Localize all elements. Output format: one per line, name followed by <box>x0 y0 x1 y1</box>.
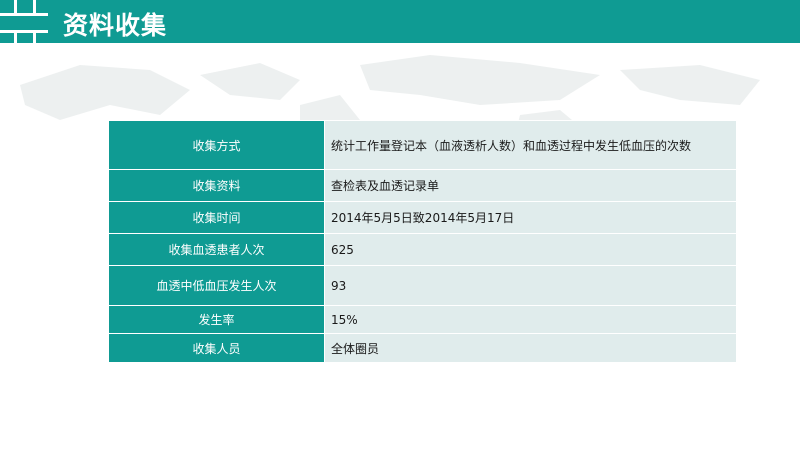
row-value: 93 <box>324 265 737 306</box>
table-row: 发生率 15% <box>108 305 737 334</box>
row-value: 625 <box>324 233 737 266</box>
row-value: 2014年5月5日致2014年5月17日 <box>324 201 737 234</box>
table-row: 收集方式 统计工作量登记本（血液透析人数）和血透过程中发生低血压的次数 <box>108 120 737 170</box>
data-collection-table: 收集方式 统计工作量登记本（血液透析人数）和血透过程中发生低血压的次数 收集资料… <box>108 120 737 363</box>
medical-cross-icon <box>0 0 50 43</box>
page-title: 资料收集 <box>63 11 168 40</box>
row-label: 发生率 <box>108 305 325 334</box>
row-value: 统计工作量登记本（血液透析人数）和血透过程中发生低血压的次数 <box>324 120 737 170</box>
row-label: 收集人员 <box>108 333 325 363</box>
row-label: 收集血透患者人次 <box>108 233 325 266</box>
row-label: 收集时间 <box>108 201 325 234</box>
row-value: 查检表及血透记录单 <box>324 169 737 202</box>
table-row: 收集血透患者人次 625 <box>108 233 737 266</box>
table-row: 收集时间 2014年5月5日致2014年5月17日 <box>108 201 737 234</box>
table-row: 收集人员 全体圈员 <box>108 333 737 363</box>
row-label: 收集资料 <box>108 169 325 202</box>
row-label: 血透中低血压发生人次 <box>108 265 325 306</box>
table-row: 血透中低血压发生人次 93 <box>108 265 737 306</box>
table-row: 收集资料 查检表及血透记录单 <box>108 169 737 202</box>
row-value: 全体圈员 <box>324 333 737 363</box>
row-label: 收集方式 <box>108 120 325 170</box>
row-value: 15% <box>324 305 737 334</box>
